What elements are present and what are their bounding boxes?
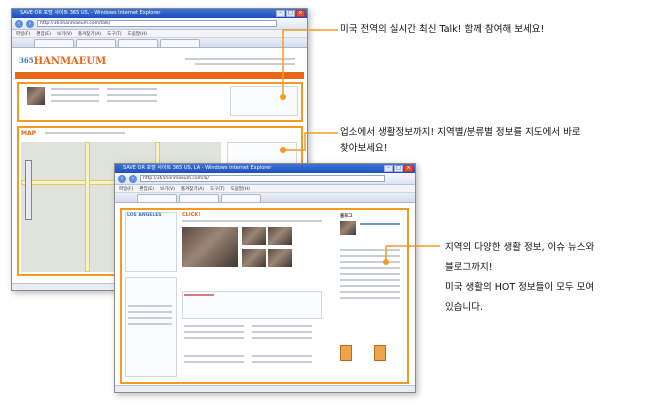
callout-local-line1: 지역의 다양한 생활 정보, 이슈 뉴스와 (445, 242, 595, 253)
callout-local-line3: 미국 생활의 HOT 정보들이 모두 모여 (445, 282, 595, 293)
callout-dot (383, 259, 389, 265)
callout-map-line2: 찾아보세요! (340, 143, 388, 154)
callout-local-line2: 블로그까지! (445, 262, 493, 273)
callout-dot (280, 94, 286, 100)
screenshot-canvas: SAVE OR 포털 사이트 365 US, - Windows Interne… (0, 0, 648, 420)
callout-local-line4: 있습니다. (445, 302, 483, 313)
callout-connectors (282, 29, 440, 262)
callout-talk: 미국 전역의 실시간 최신 Talk! 함께 참여해 보세요! (340, 24, 545, 35)
callout-map-line1: 업소에서 생활정보까지! 지역별/분류별 정보를 지도에서 바로 (340, 127, 581, 138)
callout-dot (280, 147, 286, 153)
